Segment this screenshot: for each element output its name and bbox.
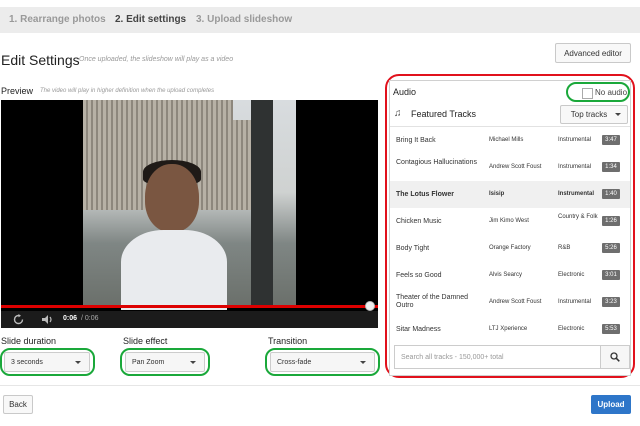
- track-row[interactable]: Chicken Music Jim Kimo West Country & Fo…: [390, 208, 630, 236]
- track-row[interactable]: Contagious Hallucinations Andrew Scott F…: [390, 154, 630, 182]
- track-genre: Instrumental: [558, 164, 592, 170]
- track-genre: Electronic: [558, 272, 585, 278]
- track-genre: Instrumental: [558, 191, 595, 197]
- back-button[interactable]: Back: [3, 395, 33, 414]
- track-row[interactable]: Bring It Back Michael Mills Instrumental…: [390, 127, 630, 155]
- track-artist: Alvis Searcy: [489, 272, 523, 278]
- audio-title: Audio: [393, 87, 417, 97]
- top-tracks-select[interactable]: Top tracks: [560, 105, 628, 124]
- track-genre: Country & Folk: [558, 214, 598, 220]
- chevron-down-icon: [360, 361, 366, 364]
- track-row-selected[interactable]: The Lotus Flower Isisip Instrumental 1:4…: [390, 181, 630, 209]
- transition-value: Cross-fade: [277, 358, 312, 366]
- top-tracks-value: Top tracks: [570, 110, 608, 119]
- track-row[interactable]: Body Tight Orange Factory R&B 5:26: [390, 235, 630, 263]
- track-genre: R&B: [558, 245, 571, 251]
- track-name: The Lotus Flower: [396, 191, 454, 198]
- footer-divider: [0, 385, 640, 386]
- transition-label: Transition: [268, 336, 308, 346]
- preview-label: Preview: [1, 86, 34, 96]
- step-edit-settings[interactable]: 2. Edit settings: [115, 14, 186, 25]
- track-duration: 5:53: [602, 324, 620, 334]
- slide-effect-value: Pan Zoom: [132, 358, 165, 366]
- track-name: Contagious Hallucinations: [396, 159, 477, 166]
- video-frame: [83, 100, 296, 310]
- audio-panel: Audio No audio ♫ Featured Tracks Top tra…: [389, 80, 631, 376]
- track-artist: Jim Kimo West: [489, 218, 529, 224]
- search-icon: [610, 352, 620, 362]
- track-name: Theater of the Damned Outro: [396, 294, 468, 309]
- track-name: Sitar Madness: [396, 326, 441, 333]
- track-artist: LTJ Xperience: [489, 326, 528, 332]
- track-name: Bring It Back: [396, 137, 436, 144]
- track-row[interactable]: Sitar Madness LTJ Xperience Electronic 5…: [390, 316, 630, 341]
- music-note-icon: ♫: [394, 108, 402, 119]
- track-list[interactable]: Bring It Back Michael Mills Instrumental…: [390, 126, 630, 341]
- preview-note: The video will play in higher definition…: [40, 88, 215, 94]
- step-bar: 1. Rearrange photos 2. Edit settings 3. …: [0, 7, 640, 33]
- step-upload[interactable]: 3. Upload slideshow: [196, 14, 292, 25]
- video-progress-handle[interactable]: [365, 301, 375, 311]
- track-duration: 3:23: [602, 297, 620, 307]
- track-duration: 1:40: [602, 189, 620, 199]
- video-progress-bar[interactable]: [1, 305, 378, 308]
- page-subtitle: Once uploaded, the slideshow will play a…: [79, 56, 234, 63]
- chevron-down-icon: [75, 361, 81, 364]
- track-genre: Instrumental: [558, 137, 592, 143]
- track-duration: 1:34: [602, 162, 620, 172]
- time-current: 0:06: [63, 315, 78, 322]
- chevron-down-icon: [190, 361, 196, 364]
- track-name: Chicken Music: [396, 218, 442, 225]
- upload-button[interactable]: Upload: [591, 395, 631, 414]
- volume-icon[interactable]: [41, 314, 54, 325]
- track-row[interactable]: Feels so Good Alvis Searcy Electronic 3:…: [390, 262, 630, 290]
- track-duration: 3:01: [602, 270, 620, 280]
- track-search-input[interactable]: Search all tracks - 150,000+ total: [394, 345, 606, 369]
- track-artist: Andrew Scott Foust: [489, 164, 542, 170]
- track-duration: 3:47: [602, 135, 620, 145]
- track-artist: Andrew Scott Foust: [489, 299, 542, 305]
- track-name: Feels so Good: [396, 272, 442, 279]
- time-total: / 0:06: [81, 315, 99, 322]
- featured-tracks-title: Featured Tracks: [411, 109, 477, 119]
- transition-select[interactable]: Cross-fade: [270, 352, 375, 372]
- slide-effect-label: Slide effect: [123, 336, 168, 346]
- page-title: Edit Settings: [1, 52, 80, 68]
- track-name: Body Tight: [396, 245, 430, 252]
- search-button[interactable]: [600, 345, 630, 369]
- video-player[interactable]: 0:06 / 0:06: [1, 100, 378, 328]
- track-genre: Electronic: [558, 326, 585, 332]
- no-audio-highlight: [566, 82, 630, 102]
- track-genre: Instrumental: [558, 299, 592, 305]
- advanced-editor-button[interactable]: Advanced editor: [555, 43, 631, 63]
- track-duration: 1:26: [602, 216, 620, 226]
- slide-duration-select[interactable]: 3 seconds: [4, 352, 90, 372]
- track-artist: Isisip: [489, 191, 505, 197]
- track-artist: Michael Mills: [489, 137, 524, 143]
- slide-duration-value: 3 seconds: [11, 358, 43, 366]
- video-controls: 0:06 / 0:06: [1, 311, 378, 328]
- slide-duration-label: Slide duration: [1, 336, 57, 346]
- slide-effect-select[interactable]: Pan Zoom: [125, 352, 205, 372]
- track-row[interactable]: Theater of the Damned Outro Andrew Scott…: [390, 289, 630, 317]
- replay-icon[interactable]: [13, 314, 24, 325]
- track-artist: Orange Factory: [489, 245, 531, 251]
- chevron-down-icon: [615, 113, 621, 116]
- track-duration: 5:26: [602, 243, 620, 253]
- step-rearrange[interactable]: 1. Rearrange photos: [9, 14, 106, 25]
